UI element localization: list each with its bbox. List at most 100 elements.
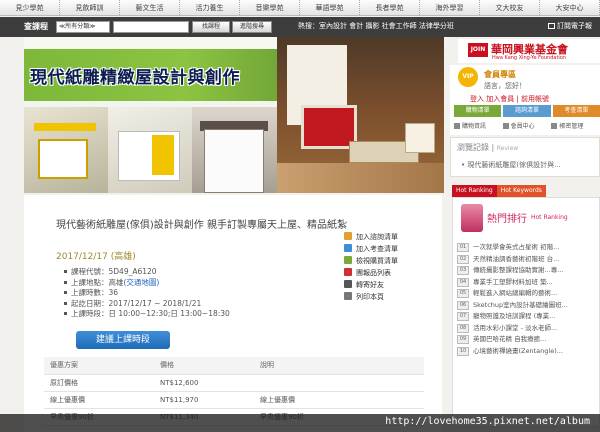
- vip-icon: VIP: [458, 67, 478, 87]
- action-label: 檢視購買清單: [356, 257, 398, 265]
- banner-photo-cabinet: [108, 107, 192, 193]
- action-print[interactable]: 列印本頁: [344, 291, 434, 303]
- ranking-item[interactable]: 04 專業手工塑膠材料加班 築...: [457, 277, 597, 289]
- newsletter-icon: [548, 23, 555, 29]
- ranking-item[interactable]: 01 一次就學會英式占星術 初階...: [457, 242, 597, 254]
- menu-shopping-info[interactable]: 購物資訊: [454, 121, 503, 133]
- user-icon: [502, 123, 509, 129]
- history-item[interactable]: • 現代藝術紙雕屋(傢俱設計與...: [461, 160, 561, 170]
- action-exam-list[interactable]: 加入考查清單: [344, 243, 434, 255]
- action-cart[interactable]: 檢視購買清單: [344, 255, 434, 267]
- info-value: 2017/12/17 ~ 2018/1/21: [108, 298, 202, 308]
- rank-title: 天然精油調香藝術初階班 台...: [473, 254, 560, 263]
- advanced-search-button[interactable]: 進階搜尋: [232, 21, 272, 33]
- table-row: 原訂價格 NT$12,600: [44, 374, 424, 392]
- suggest-schedule-button[interactable]: 建議上課時段: [76, 331, 170, 349]
- nav-item[interactable]: 見飲師訓: [60, 0, 120, 15]
- rank-title: 心境藝術禪繞畫(Zentangle)...: [473, 346, 563, 355]
- nav-item[interactable]: 藝文生活: [120, 0, 180, 15]
- course-detail: 現代藝術紙雕屋(傢俱)設計與創作 親手訂製專屬天上屋、精品紙紮 2017/12/…: [24, 195, 442, 432]
- info-label: 上課時段：: [71, 309, 109, 318]
- member-area: VIP 會員專區 語言，您好！ 登入 加入會員 | 前用帳號 購物清單 諮詢清單…: [450, 65, 600, 135]
- member-tabs: 購物清單 諮詢清單 考查清單: [454, 105, 600, 117]
- hot-ranking-title: 熱門排行: [487, 214, 527, 225]
- rank-number: 04: [457, 277, 469, 287]
- search-button[interactable]: 找課程: [192, 21, 230, 33]
- tab-exam-list[interactable]: 考查清單: [552, 105, 600, 117]
- nav-item[interactable]: 活力養生: [180, 0, 240, 15]
- newsletter-link[interactable]: 訂閱電子報: [548, 21, 592, 31]
- nav-item[interactable]: 文大校友: [480, 0, 540, 15]
- ranking-item[interactable]: 03 傳統攝影整課程協助實謝...專...: [457, 265, 597, 277]
- search-label: 查課程: [24, 22, 48, 31]
- bullet-icon: [64, 280, 67, 284]
- action-inquiry-list[interactable]: 加入諮詢清單: [344, 231, 434, 243]
- action-label: 轉寄好友: [356, 281, 384, 289]
- action-group-list[interactable]: 團報品列表: [344, 267, 434, 279]
- history-item-label: 現代藝術紙雕屋(傢俱設計與...: [467, 161, 561, 169]
- banner-photo-kitchen: [24, 107, 108, 193]
- nav-item[interactable]: 華語學苑: [300, 0, 360, 15]
- group-list-icon: [344, 268, 352, 276]
- watermark-url: http://lovehome35.pixnet.net/album: [385, 416, 590, 427]
- info-label: 上課地點：: [71, 277, 109, 287]
- category-select[interactable]: ≪所有分類≫: [56, 21, 110, 33]
- ranking-item[interactable]: 09 英國巴哈花精 自我療癒...: [457, 334, 597, 346]
- map-link[interactable]: (交通地圖): [124, 278, 160, 287]
- course-actions: 加入諮詢清單 加入考查清單 檢視購買清單團報品列表轉寄好友列印本頁: [344, 231, 434, 303]
- history-subtitle: Review: [496, 145, 519, 152]
- rank-number: 06: [457, 300, 469, 310]
- menu-member-center[interactable]: 會員中心: [502, 121, 552, 133]
- search-bar: 查課程 ≪所有分類≫ 找課程 進階搜尋 熱搜：室內設計 會計 攝影 社會工作師 …: [0, 17, 600, 37]
- banner-photo-living-room: [277, 37, 444, 193]
- ranking-item[interactable]: 05 輕鬆進入網站總編輯的藝術...: [457, 288, 597, 300]
- course-info-row: 上課時數：36: [64, 288, 314, 299]
- price-cell: NT$11,970: [154, 391, 254, 409]
- hot-search-terms[interactable]: 熱搜：室內設計 會計 攝影 社會工作師 法律學分班: [298, 21, 454, 31]
- tab-shopping-list[interactable]: 購物清單: [454, 105, 502, 117]
- nav-item[interactable]: 長者學苑: [360, 0, 420, 15]
- menu-account-settings[interactable]: 帳密管理: [551, 121, 600, 133]
- foundation-logo[interactable]: JOIN 華岡興業基金會 Hwa Kang Xing-Ye Foundation: [458, 39, 600, 63]
- inquiry-list-icon: [344, 232, 352, 240]
- menu-label: 會員中心: [510, 123, 535, 130]
- ranking-item[interactable]: 08 活用水彩小課堂 - 淡水老師...: [457, 323, 597, 335]
- search-input[interactable]: [113, 21, 189, 33]
- nav-item[interactable]: 音樂學苑: [240, 0, 300, 15]
- course-date: 2017/12/17 (高雄): [56, 252, 136, 262]
- nav-item[interactable]: 大安中心: [540, 0, 600, 15]
- top-navigation: 見少學苑 見飲師訓 藝文生活 活力養生 音樂學苑 華語學苑 長者學苑 海外學習 …: [0, 0, 600, 16]
- action-label: 加入考查清單: [356, 245, 398, 253]
- course-info-list: 課程代號：5D49_A6120 上課地點：高雄(交通地圖) 上課時數：36 起訖日期：…: [64, 267, 314, 320]
- column-header: 價格: [154, 357, 254, 375]
- hot-ranking-panel: 熱門排行 Hot Ranking 01 一次就學會英式占星術 初階... 02 天然精…: [452, 197, 600, 427]
- tab-inquiry-list[interactable]: 諮詢清單: [503, 105, 551, 117]
- menu-label: 購物資訊: [462, 123, 487, 130]
- hot-ranking-subtitle: Hot Ranking: [531, 214, 568, 221]
- ranking-item[interactable]: 06 Sketchup室內設計基礎繪圖班...: [457, 300, 597, 312]
- member-title: 會員專區: [484, 70, 516, 79]
- rank-title: 英國巴哈花精 自我療癒...: [473, 335, 547, 343]
- member-login-links[interactable]: 登入 加入會員 | 前用帳號: [470, 94, 549, 104]
- rank-title: Sketchup室內設計基礎繪圖班...: [473, 300, 568, 309]
- ranking-item[interactable]: 07 寵物照護及培訓課程 (專業...: [457, 311, 597, 323]
- nav-item[interactable]: 見少學苑: [0, 0, 60, 15]
- ranking-item[interactable]: 10 心境藝術禪繞畫(Zentangle)...: [457, 346, 597, 358]
- trophy-icon: [461, 204, 483, 232]
- action-forward[interactable]: 轉寄好友: [344, 279, 434, 291]
- watermark-bar: http://lovehome35.pixnet.net/album: [0, 414, 600, 432]
- plan-cell: 線上優惠價: [44, 391, 154, 409]
- info-value: 高雄: [108, 277, 124, 287]
- tab-hot-ranking[interactable]: Hot Ranking: [452, 185, 497, 197]
- nav-item[interactable]: 海外學習: [420, 0, 480, 15]
- history-heading: 瀏覽記錄 | Review: [457, 143, 519, 152]
- tab-hot-keywords[interactable]: Hot Keywords: [496, 185, 546, 197]
- logo-badge: JOIN: [468, 43, 488, 57]
- ranking-item[interactable]: 02 天然精油調香藝術初階班 台...: [457, 254, 597, 266]
- action-label: 加入諮詢清單: [356, 233, 398, 241]
- member-greeting: 語言，您好！: [484, 82, 526, 90]
- browsing-history: 瀏覽記錄 | Review • 現代藝術紙雕屋(傢俱設計與...: [450, 137, 600, 177]
- rank-number: 05: [457, 289, 469, 298]
- menu-label: 帳密管理: [559, 123, 584, 130]
- key-icon: [551, 123, 558, 129]
